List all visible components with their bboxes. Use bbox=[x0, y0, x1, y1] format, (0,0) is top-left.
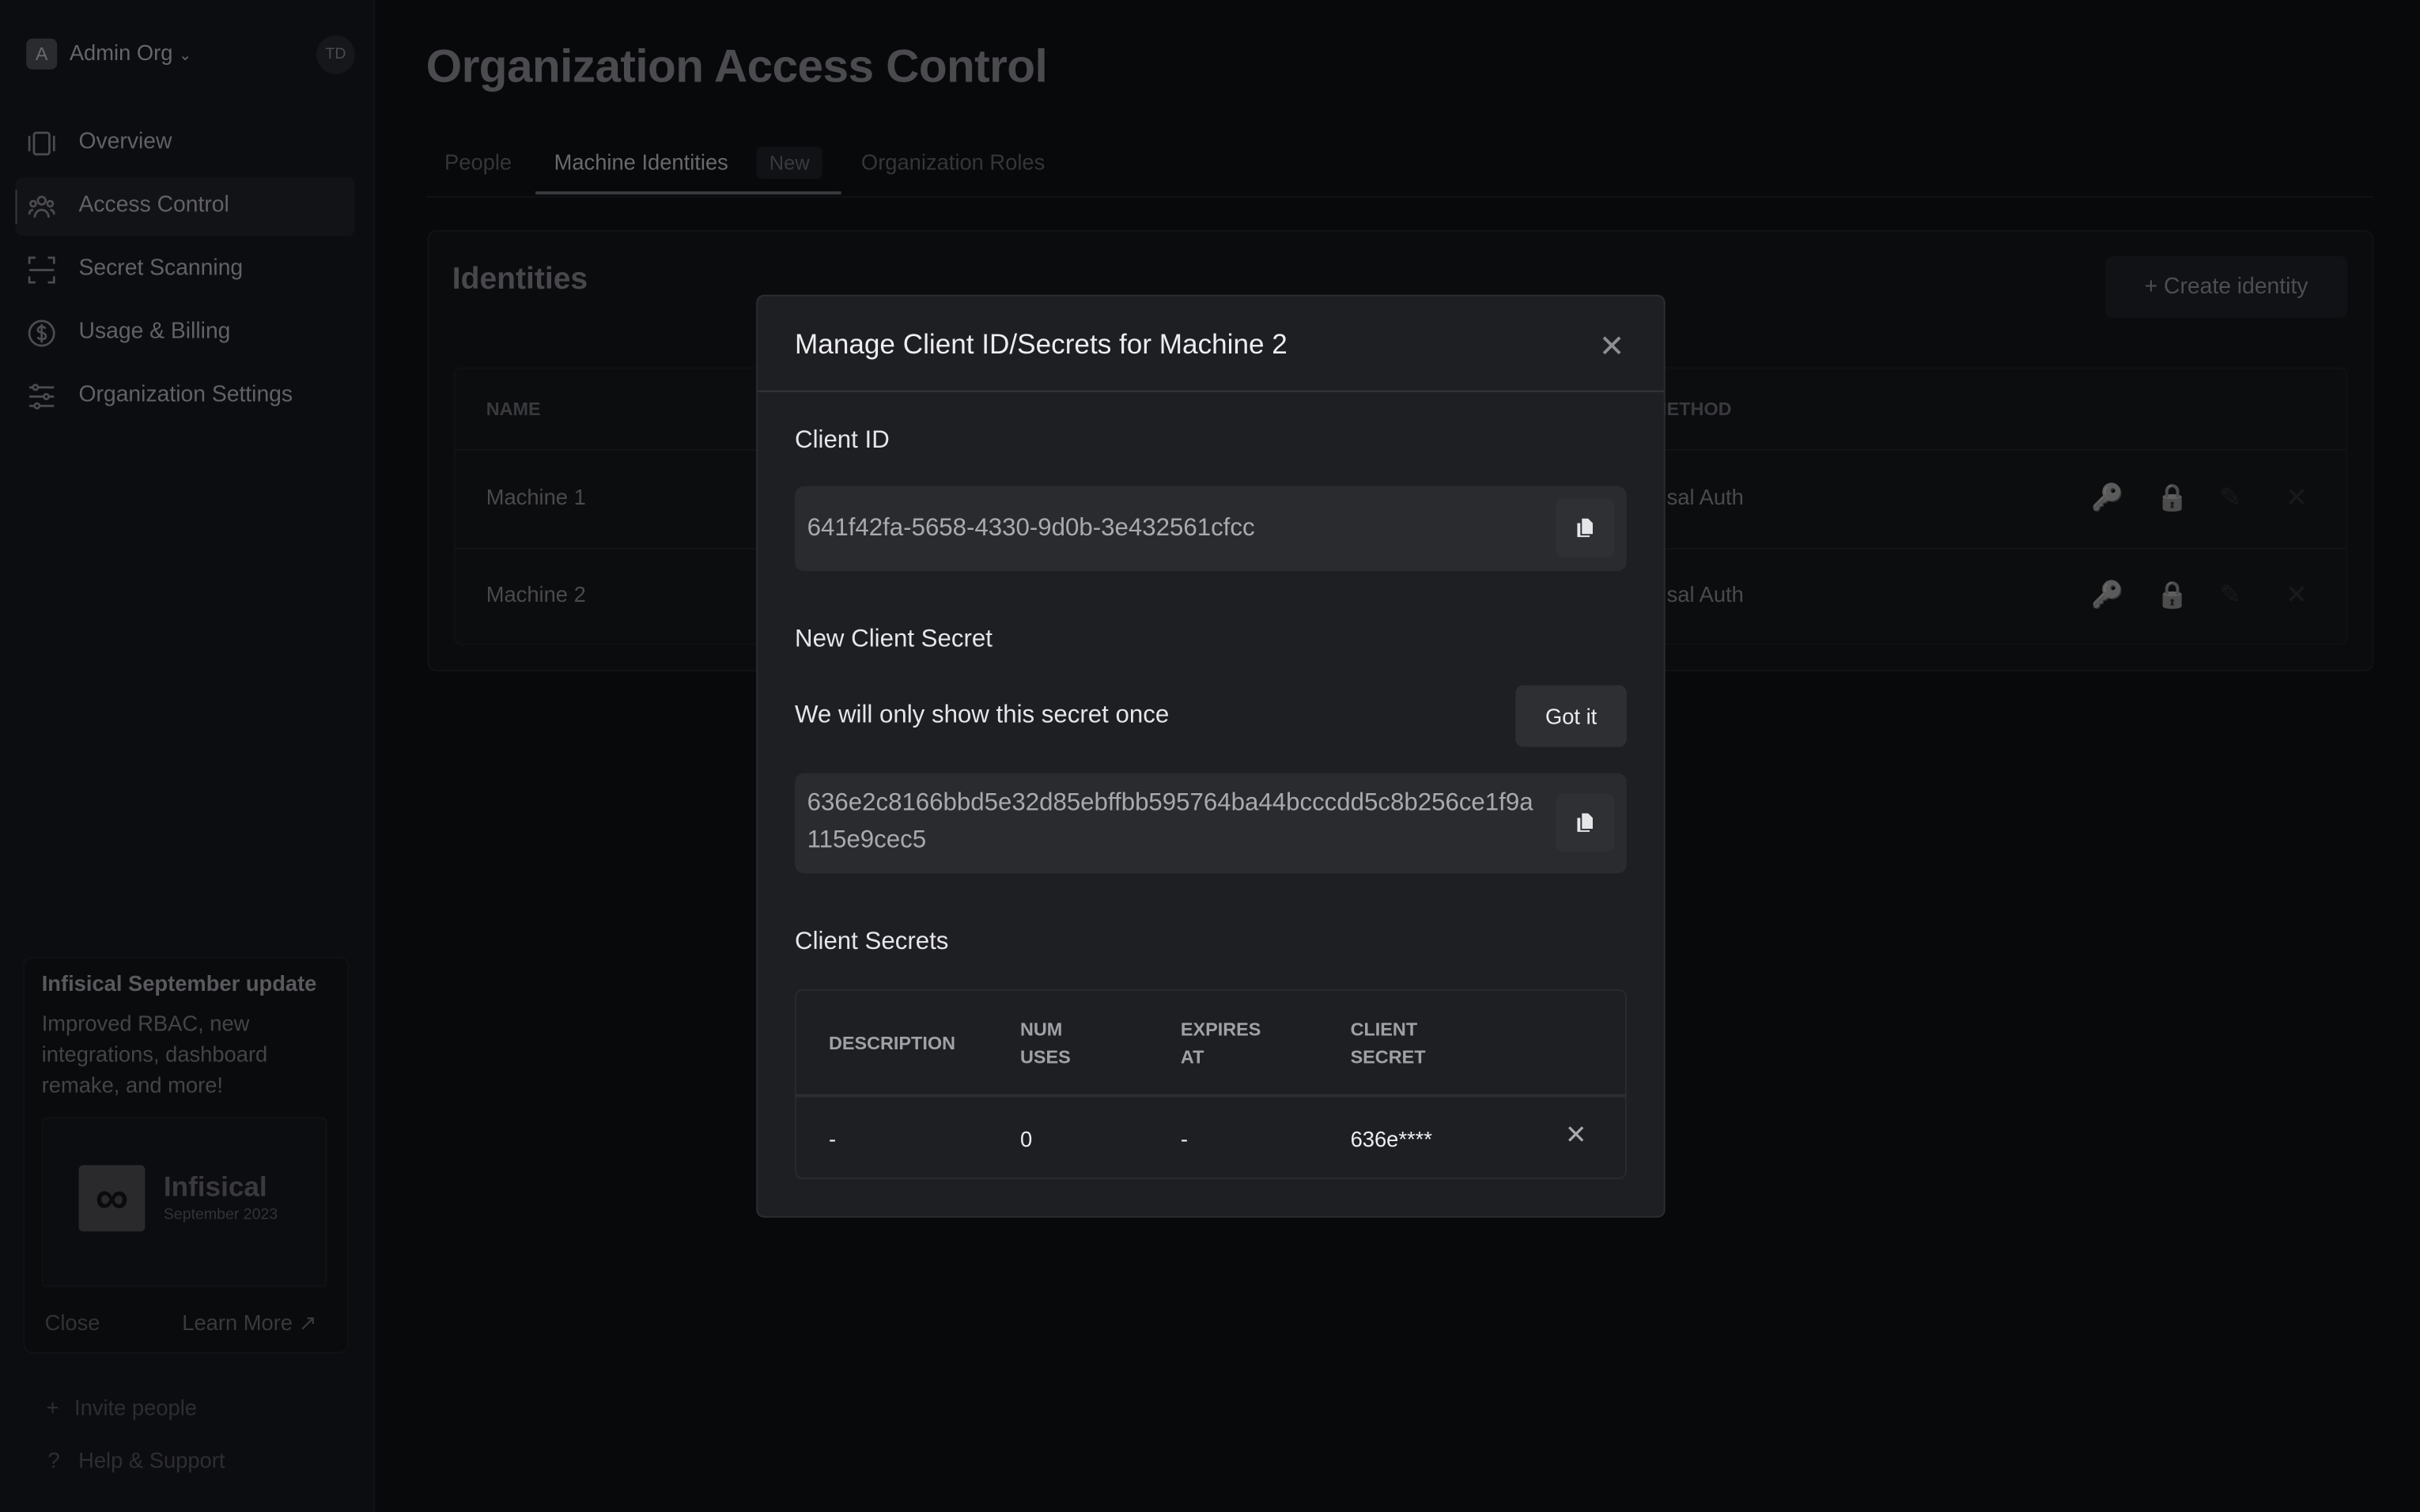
scan-icon bbox=[28, 256, 55, 284]
sidebar-item-label: Overview bbox=[78, 129, 172, 155]
client-secrets-label: Client Secrets bbox=[795, 928, 949, 955]
sidebar-item-access-control[interactable]: Access Control bbox=[15, 177, 355, 236]
help-support-button[interactable]: ? Help & Support bbox=[47, 1448, 225, 1472]
column-header-name: NAME bbox=[486, 398, 541, 420]
org-avatar[interactable]: A bbox=[26, 38, 58, 70]
new-client-secret-label: New Client Secret bbox=[795, 626, 993, 653]
new-secret-value: 636e2c8166bbd5e32d85ebffbb595764ba44bccc… bbox=[807, 790, 1533, 854]
new-badge: New bbox=[756, 146, 823, 180]
org-name: Admin Org bbox=[69, 40, 173, 65]
secret-expires-at: - bbox=[1180, 1126, 1189, 1151]
tabs-divider bbox=[425, 195, 2374, 198]
infinity-logo-icon: ∞ bbox=[78, 1165, 146, 1232]
active-tab-indicator bbox=[535, 191, 841, 195]
update-body: Improved RBAC, new integrations, dashboa… bbox=[41, 1011, 268, 1098]
learn-more-link[interactable]: Learn More ↗ bbox=[182, 1310, 316, 1336]
secret-notice: We will only show this secret once bbox=[795, 701, 1170, 729]
tab-organization-roles[interactable]: Organization Roles bbox=[861, 149, 1045, 174]
identity-name[interactable]: Machine 2 bbox=[486, 582, 586, 607]
chevron-down-icon: ⌄ bbox=[179, 47, 192, 65]
sidebar-item-label: Organization Settings bbox=[78, 382, 293, 408]
modal-divider bbox=[758, 390, 1664, 392]
close-update-button[interactable]: Close bbox=[45, 1310, 100, 1335]
modal-title: Manage Client ID/Secrets for Machine 2 bbox=[795, 328, 1288, 360]
sidebar-item-label: Access Control bbox=[78, 192, 229, 218]
copy-icon bbox=[1577, 518, 1593, 538]
sidebar-item-overview[interactable]: Overview bbox=[16, 114, 355, 172]
client-id-label: Client ID bbox=[795, 427, 890, 454]
sidebar-item-label: Usage & Billing bbox=[78, 319, 231, 345]
lock-icon[interactable]: 🔒 bbox=[2156, 483, 2188, 514]
delete-icon[interactable]: ✕ bbox=[2286, 483, 2308, 514]
delete-secret-icon[interactable]: ✕ bbox=[1565, 1121, 1587, 1151]
org-switcher[interactable]: Admin Org ⌄ bbox=[70, 40, 192, 65]
external-link-icon: ↗ bbox=[298, 1310, 317, 1336]
key-icon[interactable]: 🔑 bbox=[2091, 483, 2123, 514]
panel-title: Identities bbox=[452, 262, 588, 297]
identity-method: sal Auth bbox=[1666, 484, 1744, 509]
user-avatar[interactable]: TD bbox=[316, 35, 355, 74]
column-header-expires-at: EXPIRES AT bbox=[1180, 1018, 1261, 1068]
client-id-value: 641f42fa-5658-4330-9d0b-3e432561cfcc bbox=[807, 515, 1255, 542]
copy-secret-button[interactable] bbox=[1556, 793, 1615, 852]
pencil-icon[interactable]: ✎ bbox=[2219, 483, 2241, 514]
column-header-description: DESCRIPTION bbox=[828, 1032, 956, 1054]
secret-description: - bbox=[828, 1126, 837, 1151]
learn-more-label: Learn More bbox=[182, 1310, 293, 1336]
tab-machine-identities[interactable]: Machine Identities bbox=[554, 149, 728, 174]
overview-icon bbox=[28, 131, 55, 156]
brand-text: Infisical bbox=[163, 1171, 267, 1203]
key-icon[interactable]: 🔑 bbox=[2091, 580, 2123, 611]
got-it-button[interactable]: Got it bbox=[1515, 685, 1627, 747]
help-icon: ? bbox=[47, 1447, 60, 1472]
copy-icon bbox=[1577, 813, 1593, 832]
pencil-icon[interactable]: ✎ bbox=[2219, 580, 2241, 611]
page-title: Organization Access Control bbox=[425, 41, 1048, 93]
update-image: ∞ Infisical September 2023 bbox=[41, 1117, 327, 1287]
copy-client-id-button[interactable] bbox=[1556, 498, 1615, 558]
sliders-icon bbox=[29, 384, 55, 410]
close-icon[interactable]: ✕ bbox=[1599, 327, 1625, 366]
new-secret-field: 636e2c8166bbd5e32d85ebffbb595764ba44bccc… bbox=[795, 773, 1627, 874]
client-secrets-table: DESCRIPTION NUM USES EXPIRES AT CLIENT S… bbox=[795, 988, 1627, 1179]
secret-num-uses: 0 bbox=[1019, 1126, 1033, 1151]
invite-label: Invite people bbox=[74, 1395, 197, 1420]
tab-people[interactable]: People bbox=[444, 149, 512, 174]
plus-icon: + bbox=[46, 1395, 59, 1420]
update-card: Infisical September update Improved RBAC… bbox=[23, 956, 350, 1354]
secret-masked: 636e**** bbox=[1350, 1126, 1432, 1151]
invite-people-button[interactable]: + Invite people bbox=[47, 1395, 197, 1419]
create-identity-label: Create identity bbox=[2164, 274, 2308, 300]
users-icon bbox=[28, 195, 55, 218]
brand-caption: September 2023 bbox=[163, 1207, 278, 1224]
create-identity-button[interactable]: + Create identity bbox=[2104, 255, 2348, 319]
delete-icon[interactable]: ✕ bbox=[2286, 580, 2308, 611]
sidebar-item-organization-settings[interactable]: Organization Settings bbox=[16, 367, 355, 425]
dollar-icon bbox=[28, 319, 55, 347]
sidebar-item-label: Secret Scanning bbox=[78, 255, 244, 282]
column-header-num-uses: NUM USES bbox=[1019, 1018, 1071, 1068]
identity-method: sal Auth bbox=[1666, 581, 1744, 607]
column-header-client-secret: CLIENT SECRET bbox=[1350, 1018, 1426, 1068]
update-title: Infisical September update bbox=[41, 970, 317, 996]
sidebar: A Admin Org ⌄ TD Overview Access Control… bbox=[0, 0, 376, 1512]
identity-name[interactable]: Machine 1 bbox=[486, 485, 586, 509]
plus-icon: + bbox=[2144, 274, 2158, 300]
sidebar-item-secret-scanning[interactable]: Secret Scanning bbox=[16, 240, 355, 299]
client-id-field: 641f42fa-5658-4330-9d0b-3e432561cfcc bbox=[795, 486, 1627, 572]
manage-client-secrets-modal: Manage Client ID/Secrets for Machine 2 ✕… bbox=[756, 294, 1666, 1218]
sidebar-item-usage-billing[interactable]: Usage & Billing bbox=[16, 304, 355, 362]
help-label: Help & Support bbox=[78, 1447, 225, 1472]
lock-icon[interactable]: 🔒 bbox=[2156, 580, 2188, 611]
